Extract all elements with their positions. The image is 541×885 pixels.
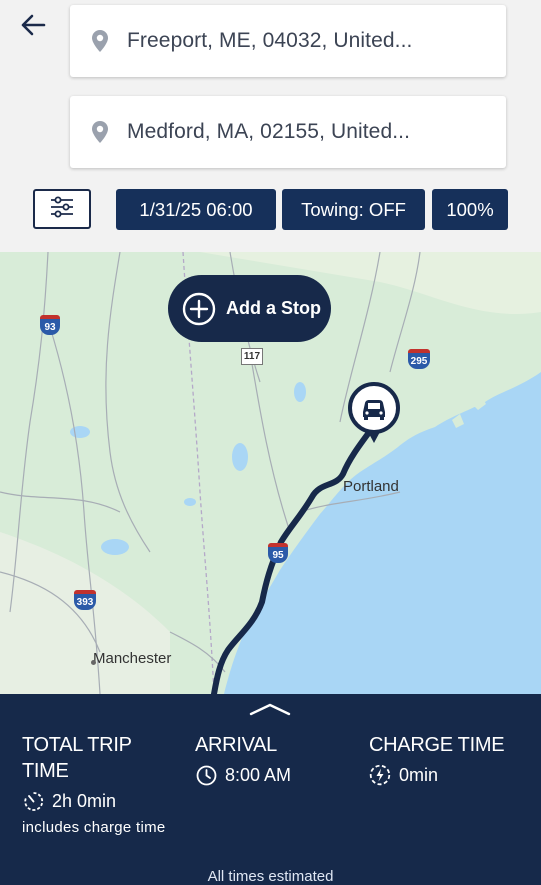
towing-chip[interactable]: Towing: OFF (282, 189, 425, 230)
add-stop-label: Add a Stop (226, 298, 321, 318)
estimate-disclaimer: All times estimated (207, 868, 334, 885)
total-trip-time-heading: TOTAL TRIP TIME (22, 734, 132, 782)
route-117-shield: 117 (241, 348, 263, 365)
interstate-93-shield: 93 (40, 315, 60, 335)
destination-field[interactable]: Medford, MA, 02155, United... (70, 96, 506, 168)
departure-time-chip[interactable]: 1/31/25 06:00 (116, 189, 276, 230)
trip-summary-panel: TOTAL TRIP TIME 2h 0min includes charge … (0, 694, 541, 885)
portland-label: Portland (343, 478, 399, 495)
sliders-icon (49, 195, 75, 224)
origin-field[interactable]: Freeport, ME, 04032, United... (70, 5, 506, 77)
clock-icon (195, 764, 217, 786)
charge-bolt-icon (369, 764, 391, 786)
trip-planner-header: Freeport, ME, 04032, United... Medford, … (0, 0, 541, 252)
location-pin-icon (91, 120, 111, 144)
origin-text: Freeport, ME, 04032, United... (127, 29, 413, 52)
interstate-295-shield: 295 (408, 349, 430, 369)
total-trip-time-section: TOTAL TRIP TIME 2h 0min includes charge … (22, 732, 172, 837)
add-stop-button[interactable]: Add a Stop (168, 275, 331, 342)
arrival-value: 8:00 AM (225, 764, 292, 785)
interstate-95-shield: 95 (268, 543, 288, 563)
manchester-dot (91, 660, 96, 665)
total-trip-time-value: 2h 0min (52, 790, 117, 811)
location-pin-icon (91, 29, 111, 53)
route-map[interactable]: 93 117 295 95 393 Portland Manchester Ad… (0, 252, 541, 694)
car-marker-icon[interactable] (347, 381, 401, 447)
expand-handle-icon[interactable] (249, 702, 291, 716)
back-arrow-icon[interactable] (16, 10, 50, 40)
manchester-label: Manchester (93, 650, 172, 667)
charge-time-section: CHARGE TIME 0min (369, 732, 529, 786)
trip-settings-button[interactable] (33, 189, 91, 229)
arrival-section: ARRIVAL 8:00 AM (195, 732, 345, 786)
destination-text: Medford, MA, 02155, United... (127, 120, 411, 143)
total-trip-time-note: includes charge time (22, 819, 166, 836)
interstate-393-shield: 393 (74, 590, 96, 610)
charge-time-value: 0min (399, 764, 439, 785)
charge-time-heading: CHARGE TIME (369, 734, 505, 756)
charge-level-chip[interactable]: 100% (432, 189, 508, 230)
arrival-heading: ARRIVAL (195, 734, 278, 756)
plus-circle-icon (182, 292, 216, 326)
timer-icon (22, 790, 44, 812)
